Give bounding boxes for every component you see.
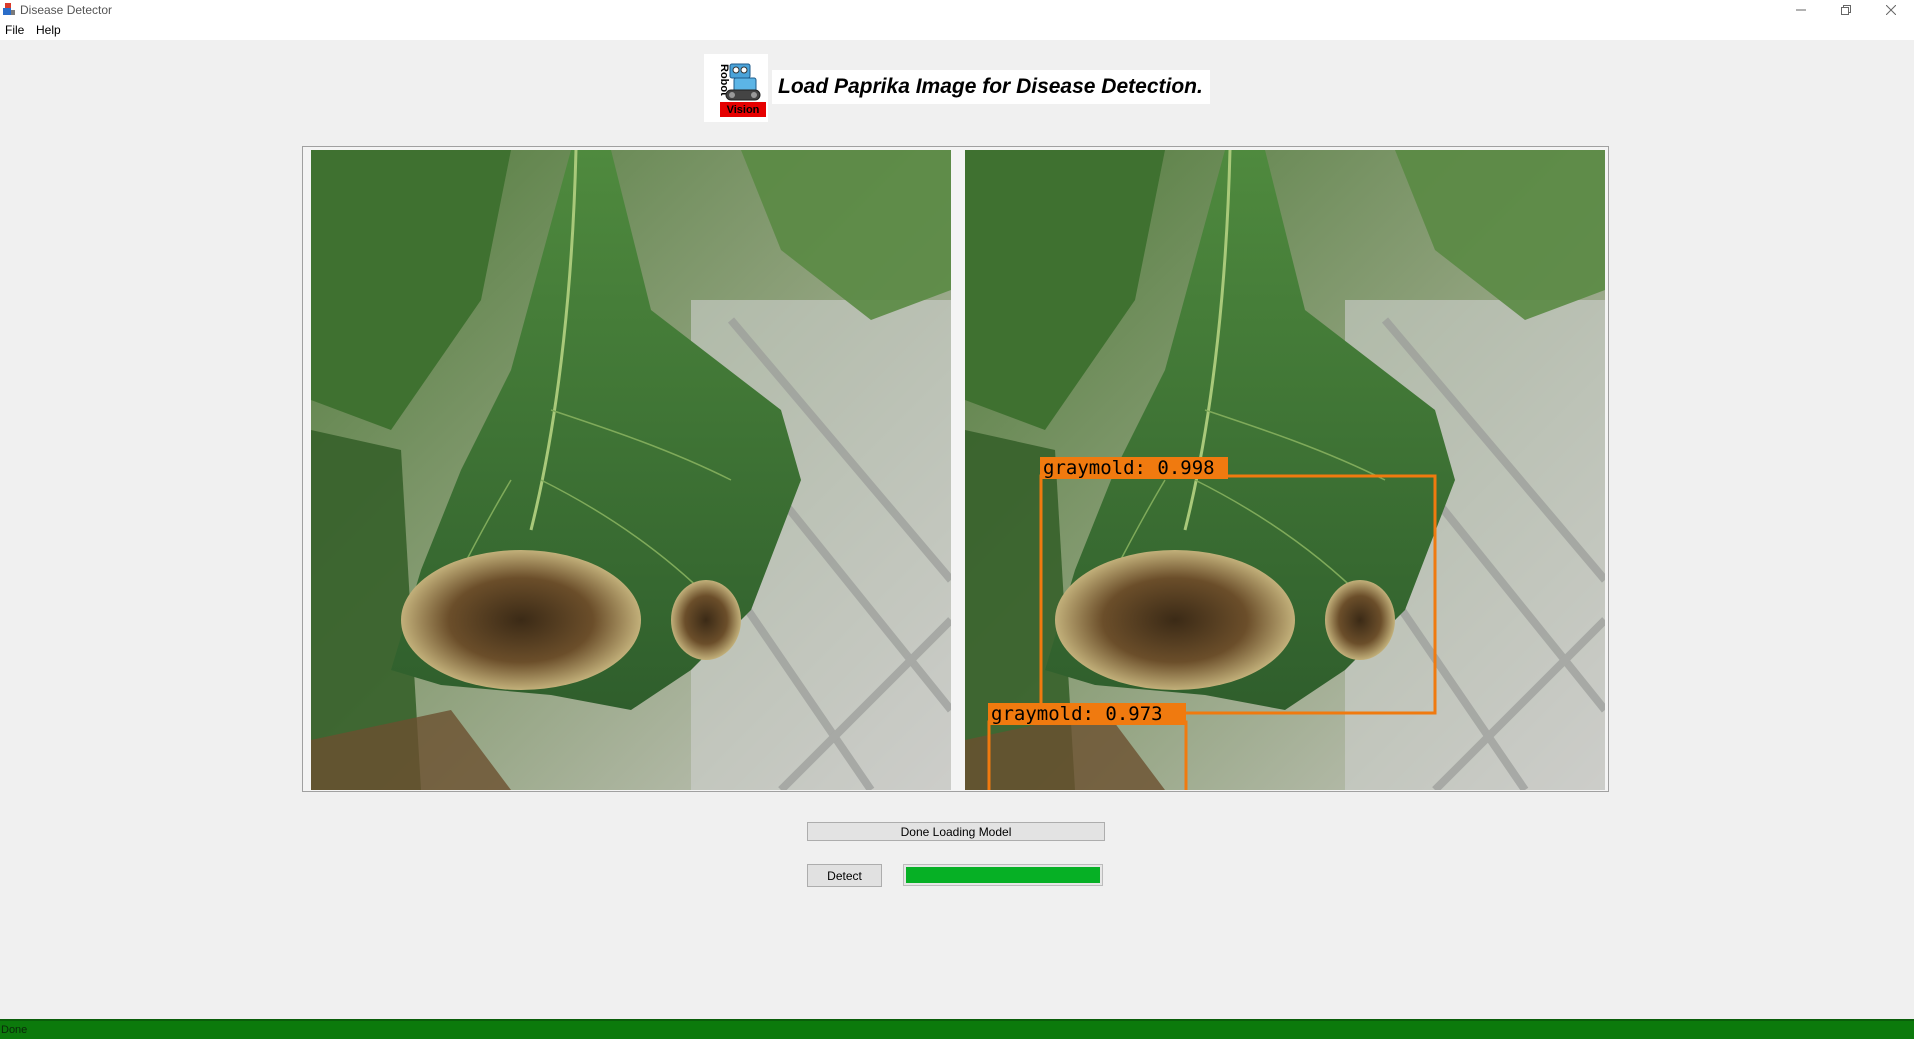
robot-vision-logo: Robot Vision <box>704 54 768 122</box>
detection-label-2: graymold: 0.973 <box>991 703 1163 725</box>
restore-icon <box>1841 5 1851 15</box>
detection-label-1: graymold: 0.998 <box>1043 457 1215 479</box>
status-bar-text: Done <box>1 1024 28 1036</box>
restore-button[interactable] <box>1824 0 1868 20</box>
image-panel: graymold: 0.998 graymold: 0.973 <box>302 146 1609 792</box>
header-banner: Robot Vision Load Paprika Image for Dise… <box>704 54 1210 122</box>
logo-text-bottom: Vision <box>727 104 760 116</box>
close-icon <box>1886 5 1896 15</box>
menu-file[interactable]: File <box>5 23 24 37</box>
leaf-photo <box>311 150 951 790</box>
menu-bar: File Help <box>0 20 1914 40</box>
app-window: Disease Detector File Help Robot Vision … <box>0 0 1914 1039</box>
menu-help[interactable]: Help <box>36 23 61 37</box>
title-bar: Disease Detector <box>0 0 1914 20</box>
detection-image: graymold: 0.998 graymold: 0.973 <box>965 150 1605 790</box>
model-status-field: Done Loading Model <box>807 822 1105 841</box>
original-image <box>311 150 951 790</box>
progress-bar <box>903 864 1103 886</box>
close-button[interactable] <box>1869 0 1913 20</box>
minimize-icon <box>1796 9 1806 11</box>
detect-button[interactable]: Detect <box>807 864 882 887</box>
window-title: Disease Detector <box>20 3 113 17</box>
leaf-photo-detected: graymold: 0.998 graymold: 0.973 <box>965 150 1605 790</box>
banner-text-box: Load Paprika Image for Disease Detection… <box>772 70 1210 104</box>
robot-icon: Robot Vision <box>718 63 766 117</box>
app-icon <box>3 3 15 15</box>
status-bar: Done <box>0 1019 1914 1039</box>
banner-title: Load Paprika Image for Disease Detection… <box>778 75 1203 98</box>
minimize-button[interactable] <box>1779 0 1823 20</box>
progress-fill <box>906 867 1100 883</box>
